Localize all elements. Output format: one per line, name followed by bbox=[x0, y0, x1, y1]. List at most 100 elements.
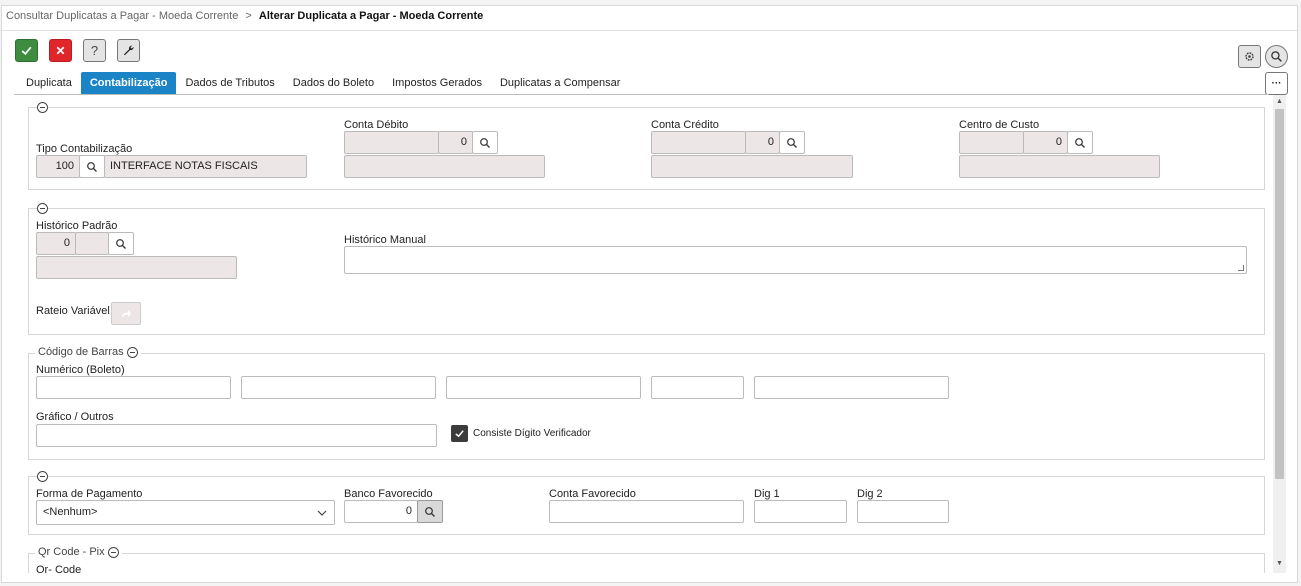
tab-duplicata[interactable]: Duplicata bbox=[17, 72, 81, 94]
search-button[interactable] bbox=[1265, 45, 1288, 68]
collapse-icon[interactable] bbox=[37, 471, 48, 482]
wrench-icon bbox=[123, 45, 134, 56]
conta-favorecido-label: Conta Favorecido bbox=[549, 488, 636, 500]
centro-custo-search-button[interactable] bbox=[1067, 131, 1093, 154]
tab-duplicatas-compensar[interactable]: Duplicatas a Compensar bbox=[491, 72, 629, 94]
search-icon bbox=[1271, 51, 1282, 62]
scroll-down-icon[interactable]: ▼ bbox=[1275, 560, 1284, 568]
codigo-barras-legend: Código de Barras bbox=[35, 346, 141, 358]
numerico-boleto-label: Numérico (Boleto) bbox=[36, 364, 125, 376]
conta-credito-account[interactable] bbox=[651, 131, 746, 154]
close-icon bbox=[56, 46, 65, 55]
conta-favorecido-field[interactable] bbox=[549, 500, 744, 523]
numerico-boleto-field-5[interactable] bbox=[754, 376, 949, 399]
tipo-contabilizacao-label: Tipo Contabilização bbox=[36, 143, 133, 155]
banco-favorecido-label: Banco Favorecido bbox=[344, 488, 433, 500]
tipo-contabilizacao-code[interactable]: 100 bbox=[36, 155, 80, 178]
consiste-digito-checkbox[interactable] bbox=[451, 425, 468, 442]
consiste-digito-label: Consiste Dígito Verificador bbox=[473, 428, 591, 439]
form-content: Tipo Contabilização 100 INTERFACE NOTAS … bbox=[14, 95, 1272, 573]
grafico-outros-label: Gráfico / Outros bbox=[36, 411, 114, 423]
search-icon bbox=[425, 506, 435, 517]
tab-dados-boleto[interactable]: Dados do Boleto bbox=[284, 72, 383, 94]
dig2-label: Dig 2 bbox=[857, 488, 883, 500]
conta-credito-search-button[interactable] bbox=[779, 131, 805, 154]
rateio-variavel-label: Rateio Variável bbox=[36, 305, 110, 317]
tab-impostos-gerados[interactable]: Impostos Gerados bbox=[383, 72, 491, 94]
historico-padrao-label: Histórico Padrão bbox=[36, 220, 118, 232]
cancel-button[interactable] bbox=[49, 39, 72, 62]
collapse-icon[interactable] bbox=[37, 102, 48, 113]
dig2-field[interactable] bbox=[857, 500, 949, 523]
conta-debito-value[interactable]: 0 bbox=[438, 131, 473, 154]
more-icon: ··· bbox=[1271, 78, 1282, 89]
historico-manual-textarea[interactable] bbox=[344, 246, 1247, 274]
tools-button[interactable] bbox=[117, 39, 140, 62]
historico-padrao-code[interactable]: 0 bbox=[36, 232, 76, 255]
breadcrumb-parent[interactable]: Consultar Duplicatas a Pagar - Moeda Cor… bbox=[6, 10, 238, 22]
scrollbar-thumb[interactable] bbox=[1275, 109, 1284, 479]
scroll-up-icon[interactable]: ▲ bbox=[1275, 98, 1284, 106]
more-button[interactable]: ··· bbox=[1265, 72, 1288, 95]
breadcrumb: Consultar Duplicatas a Pagar - Moeda Cor… bbox=[6, 10, 483, 22]
header-divider bbox=[0, 30, 1297, 31]
banco-favorecido-search-button[interactable] bbox=[417, 500, 443, 523]
breadcrumb-separator: > bbox=[245, 10, 252, 22]
resize-grip-icon[interactable] bbox=[1238, 265, 1244, 271]
conta-credito-value[interactable]: 0 bbox=[745, 131, 780, 154]
rateio-variavel-button[interactable] bbox=[111, 302, 141, 325]
search-icon bbox=[87, 161, 97, 172]
grafico-outros-field[interactable] bbox=[36, 424, 437, 447]
conta-debito-desc bbox=[344, 155, 545, 178]
forma-pagamento-select[interactable]: <Nenhum> bbox=[36, 500, 335, 525]
tipo-contabilizacao-desc: INTERFACE NOTAS FISCAIS bbox=[104, 155, 307, 178]
historico-padrao-sub[interactable] bbox=[75, 232, 109, 255]
qrcode-label: Qr- Code bbox=[36, 564, 82, 573]
conta-credito-label: Conta Crédito bbox=[651, 119, 719, 131]
numerico-boleto-field-4[interactable] bbox=[651, 376, 744, 399]
tab-dados-tributos[interactable]: Dados de Tributos bbox=[176, 72, 283, 94]
tab-contabilizacao[interactable]: Contabilização bbox=[80, 72, 177, 94]
conta-debito-account[interactable] bbox=[344, 131, 439, 154]
numerico-boleto-field-1[interactable] bbox=[36, 376, 231, 399]
historico-padrao-desc bbox=[36, 256, 237, 279]
search-icon bbox=[116, 238, 126, 249]
banco-favorecido-field[interactable]: 0 bbox=[344, 500, 418, 523]
historico-manual-label: Histórico Manual bbox=[344, 234, 426, 246]
gear-icon bbox=[1245, 52, 1254, 61]
vertical-scrollbar[interactable]: ▲ ▼ bbox=[1273, 95, 1286, 573]
centro-custo-value[interactable]: 0 bbox=[1023, 131, 1068, 154]
help-button[interactable]: ? bbox=[83, 39, 106, 62]
centro-custo-desc bbox=[959, 155, 1160, 178]
search-icon bbox=[1075, 137, 1085, 148]
qrcode-legend: Qr Code - Pix bbox=[35, 546, 122, 558]
numerico-boleto-field-3[interactable] bbox=[446, 376, 641, 399]
conta-credito-desc bbox=[651, 155, 853, 178]
codigo-barras-title: Código de Barras bbox=[38, 346, 124, 358]
centro-custo-label: Centro de Custo bbox=[959, 119, 1040, 131]
check-icon bbox=[455, 430, 464, 438]
share-arrow-icon bbox=[122, 309, 131, 318]
forma-pagamento-value: <Nenhum> bbox=[43, 506, 98, 518]
chevron-down-icon bbox=[317, 510, 327, 516]
search-icon bbox=[787, 137, 797, 148]
check-icon bbox=[21, 46, 32, 55]
collapse-icon[interactable] bbox=[126, 346, 138, 358]
search-icon bbox=[480, 137, 490, 148]
dig1-field[interactable] bbox=[754, 500, 847, 523]
tipo-contabilizacao-search-button[interactable] bbox=[79, 155, 105, 178]
collapse-icon[interactable] bbox=[37, 203, 48, 214]
collapse-icon[interactable] bbox=[107, 546, 119, 558]
forma-pagamento-label: Forma de Pagamento bbox=[36, 488, 143, 500]
historico-padrao-search-button[interactable] bbox=[108, 232, 134, 255]
settings-button[interactable] bbox=[1238, 45, 1261, 68]
conta-debito-search-button[interactable] bbox=[472, 131, 498, 154]
numerico-boleto-field-2[interactable] bbox=[241, 376, 436, 399]
confirm-button[interactable] bbox=[15, 39, 38, 62]
centro-custo-account[interactable] bbox=[959, 131, 1024, 154]
breadcrumb-current: Alterar Duplicata a Pagar - Moeda Corren… bbox=[258, 10, 484, 22]
dig1-label: Dig 1 bbox=[754, 488, 780, 500]
qrcode-title: Qr Code - Pix bbox=[38, 546, 105, 558]
tab-bar: Duplicata Contabilização Dados de Tribut… bbox=[17, 72, 629, 94]
help-label: ? bbox=[90, 43, 99, 58]
